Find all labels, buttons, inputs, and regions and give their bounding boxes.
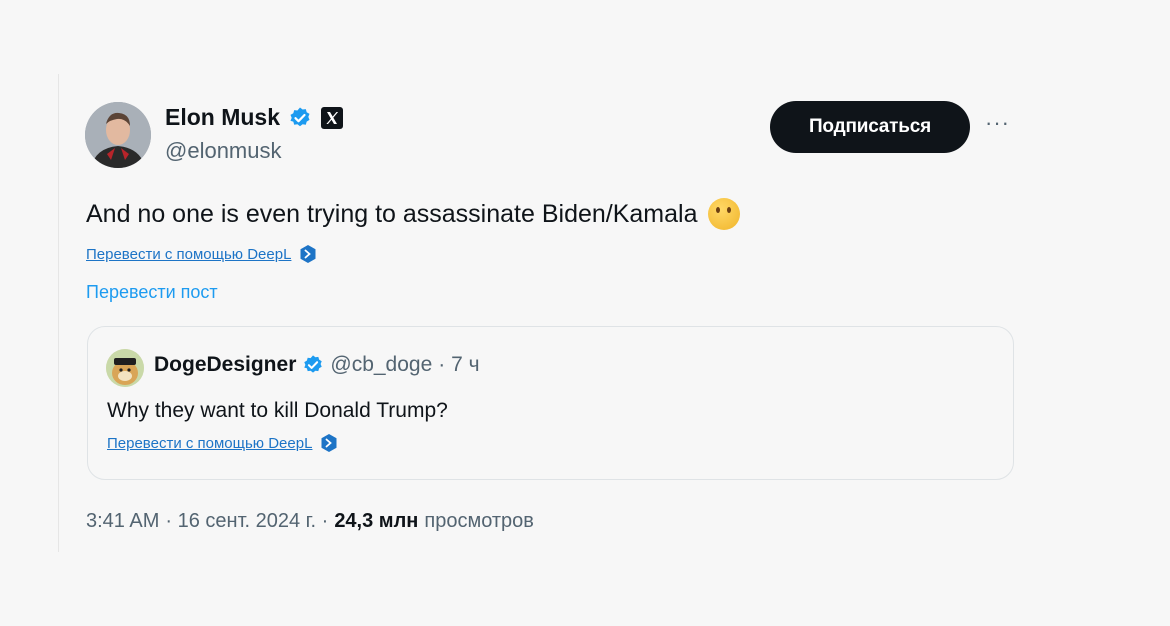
deepl-icon [299, 244, 317, 264]
translate-post-link[interactable]: Перевести пост [86, 282, 218, 303]
author-name-row: Elon Musk [165, 104, 344, 131]
thinking-face-icon [707, 198, 740, 230]
deepl-translate-link[interactable]: Перевести с помощью DeepL [86, 244, 317, 264]
quoted-tweet[interactable]: DogeDesigner @cb_doge · 7 ч Why they wan… [87, 326, 1014, 480]
views-label: просмотров [424, 510, 534, 532]
tweet-card: Elon Musk @elonmusk Подписаться ··· And … [58, 74, 1059, 552]
author-avatar[interactable] [85, 102, 151, 168]
tweet-date[interactable]: · 16 сент. 2024 г. · [165, 510, 328, 533]
more-options-icon[interactable]: ··· [985, 110, 1010, 136]
quoted-author-handle[interactable]: @cb_doge [330, 353, 432, 377]
quoted-time: · 7 ч [438, 353, 480, 376]
tweet-meta: 3:41 AM · 16 сент. 2024 г. · 24,3 млн пр… [86, 510, 534, 533]
deepl-translate-link[interactable]: Перевести с помощью DeepL [107, 433, 338, 453]
quoted-author-name[interactable]: DogeDesigner [154, 353, 296, 377]
verified-badge-icon [302, 354, 324, 376]
author-handle[interactable]: @elonmusk [165, 138, 282, 164]
quoted-header: DogeDesigner @cb_doge · 7 ч [154, 353, 480, 377]
quoted-text: Why they want to kill Donald Trump? [107, 399, 448, 422]
views-count: 24,3 млн [334, 510, 419, 532]
x-logo-icon[interactable] [320, 106, 344, 130]
deepl-link-label[interactable]: Перевести с помощью DeepL [86, 246, 291, 263]
quoted-author-avatar[interactable] [106, 349, 144, 387]
tweet-text: And no one is even trying to assassinate… [86, 198, 740, 230]
verified-badge-icon [288, 106, 312, 130]
follow-button[interactable]: Подписаться [770, 101, 970, 153]
deepl-icon [320, 433, 338, 453]
deepl-link-label[interactable]: Перевести с помощью DeepL [107, 435, 312, 452]
author-name[interactable]: Elon Musk [165, 104, 280, 131]
tweet-body: And no one is even trying to assassinate… [86, 199, 698, 228]
tweet-time[interactable]: 3:41 AM [86, 510, 159, 533]
